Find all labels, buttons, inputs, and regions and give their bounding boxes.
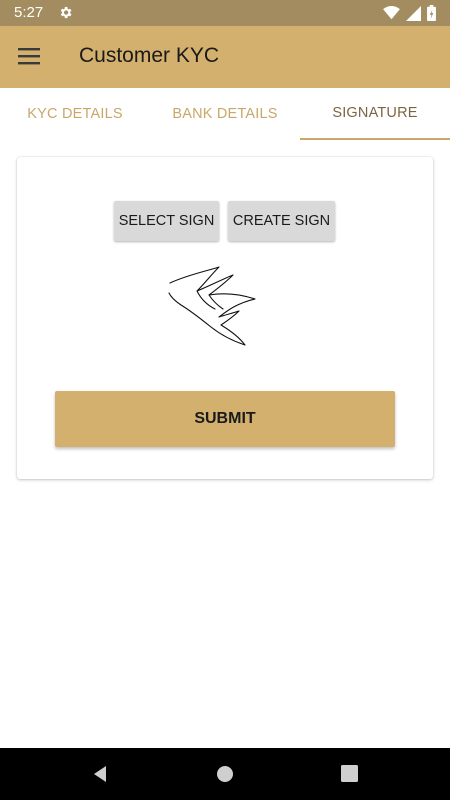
app-bar: Customer KYC	[0, 26, 450, 88]
tab-bank-details[interactable]: BANK DETAILS	[150, 88, 300, 140]
signal-icon	[406, 5, 421, 21]
battery-icon	[427, 5, 436, 21]
tab-kyc-details[interactable]: KYC DETAILS	[0, 88, 150, 140]
status-time: 5:27	[14, 4, 44, 21]
page-title: Customer KYC	[79, 44, 220, 67]
status-icons	[383, 5, 436, 21]
tab-bar: KYC DETAILS BANK DETAILS SIGNATURE	[0, 88, 450, 140]
create-sign-button[interactable]: CREATE SIGN	[228, 201, 335, 241]
signature-image	[168, 266, 256, 346]
status-bar: 5:27	[0, 0, 450, 26]
wifi-icon	[383, 6, 400, 20]
hamburger-menu-icon[interactable]	[14, 45, 44, 69]
tab-signature[interactable]: SIGNATURE	[300, 88, 450, 140]
submit-button[interactable]: SUBMIT	[55, 391, 395, 447]
home-icon[interactable]	[215, 764, 235, 784]
gear-icon	[60, 6, 72, 19]
signature-card: SELECT SIGN CREATE SIGN SUBMIT	[17, 157, 433, 479]
system-nav-bar	[0, 748, 450, 800]
recents-icon[interactable]	[341, 765, 358, 782]
select-sign-button[interactable]: SELECT SIGN	[114, 201, 219, 241]
back-icon[interactable]	[90, 764, 110, 784]
